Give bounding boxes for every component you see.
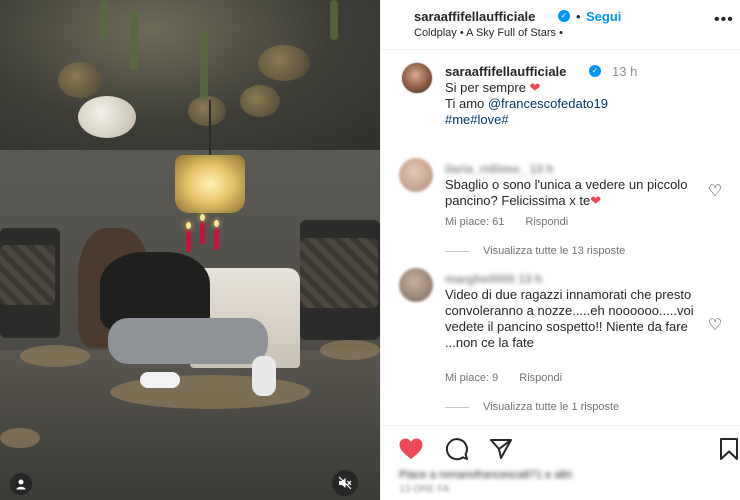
leaf bbox=[200, 30, 208, 100]
comment-button[interactable] bbox=[443, 435, 471, 463]
tagged-users-button[interactable] bbox=[10, 473, 32, 495]
sneaker bbox=[252, 356, 276, 396]
caption-text: Si per sempre bbox=[445, 80, 526, 95]
sneaker bbox=[140, 372, 180, 388]
comment-text: Sbaglio o sono l'unica a vedere un picco… bbox=[445, 177, 703, 209]
replies-divider bbox=[445, 406, 469, 408]
header-separator: • bbox=[576, 9, 581, 24]
like-button[interactable] bbox=[397, 435, 425, 463]
view-replies-button[interactable]: Visualizza tutte le 1 risposte bbox=[445, 401, 619, 413]
comment-likes-count[interactable]: Mi piace: 9 bbox=[445, 372, 498, 384]
verified-badge-icon: ✓ bbox=[589, 65, 601, 77]
follow-button[interactable]: Segui bbox=[586, 9, 621, 24]
comment-meta: Mi piace: 61 Rispondi bbox=[445, 216, 586, 228]
liked-by-text[interactable]: Piace a romanofrancesca871 e altri bbox=[399, 469, 572, 481]
bookmark-icon bbox=[720, 438, 738, 460]
hanging-basket bbox=[258, 45, 310, 81]
lamp-cord bbox=[209, 100, 211, 156]
video-ceiling bbox=[0, 0, 380, 150]
floor-rug bbox=[320, 340, 380, 360]
post-date: 13 ORE FA bbox=[399, 484, 450, 495]
more-options-icon[interactable]: ••• bbox=[714, 11, 734, 29]
video-floor bbox=[0, 350, 380, 500]
save-button[interactable] bbox=[715, 435, 740, 463]
mute-button[interactable] bbox=[332, 470, 358, 496]
heart-filled-icon bbox=[399, 438, 423, 459]
replies-divider bbox=[445, 250, 469, 252]
caption-time: 13 h bbox=[612, 64, 638, 79]
hanging-basket bbox=[58, 62, 102, 98]
verified-badge-icon: ✓ bbox=[558, 10, 570, 22]
comment-body: Sbaglio o sono l'unica a vedere un picco… bbox=[445, 177, 688, 208]
post-actions: Piace a romanofrancesca871 e altri 13 OR… bbox=[381, 425, 740, 500]
comment-meta: Mi piace: 9 Rispondi bbox=[445, 372, 580, 384]
mention-link[interactable]: @francescofedato19 bbox=[488, 96, 608, 111]
view-replies-label: Visualizza tutte le 1 risposte bbox=[483, 401, 620, 413]
sofa-cushion bbox=[300, 238, 378, 308]
view-replies-button[interactable]: Visualizza tutte le 13 risposte bbox=[445, 245, 625, 257]
caption-line-1: Si per sempre ❤ bbox=[445, 80, 540, 96]
comment-like-icon[interactable]: ♡ bbox=[706, 317, 724, 335]
comment-likes-count[interactable]: Mi piace: 61 bbox=[445, 216, 504, 228]
audio-track-link[interactable]: Coldplay • A Sky Full of Stars • bbox=[414, 27, 563, 39]
pendant-lamp bbox=[175, 155, 245, 213]
leaf bbox=[330, 0, 338, 40]
leaf bbox=[100, 0, 108, 38]
comment-like-icon[interactable]: ♡ bbox=[706, 183, 724, 201]
hanging-basket bbox=[240, 85, 280, 117]
candle bbox=[186, 230, 191, 252]
candle bbox=[200, 222, 205, 244]
author-username[interactable]: saraaffifellaufficiale bbox=[414, 9, 535, 24]
caption-line-2: Ti amo @francescofedato19 bbox=[445, 96, 608, 111]
share-button[interactable] bbox=[487, 435, 515, 463]
hanging-basket bbox=[188, 96, 226, 126]
floor-rug bbox=[0, 428, 40, 448]
comment-username[interactable]: ilaria_ridiimo_ 13 h bbox=[445, 162, 554, 176]
sofa-cushion bbox=[0, 245, 55, 305]
candle-flame bbox=[200, 214, 205, 221]
candle-flame bbox=[214, 220, 219, 227]
man-legs bbox=[108, 318, 268, 364]
paper-lantern bbox=[78, 96, 136, 138]
leaf bbox=[130, 10, 138, 70]
comment-text: Video di due ragazzi innamorati che pres… bbox=[445, 287, 694, 350]
post-video[interactable] bbox=[0, 0, 380, 500]
hashtag-links[interactable]: #me#love# bbox=[445, 112, 509, 127]
candle-flame bbox=[186, 222, 191, 229]
reply-button[interactable]: Rispondi bbox=[525, 216, 568, 228]
caption-username[interactable]: saraaffifellaufficiale bbox=[445, 64, 566, 79]
speaker-muted-icon bbox=[338, 476, 352, 490]
floor-rug bbox=[20, 345, 90, 367]
red-heart-emoji-icon: ❤ bbox=[529, 80, 541, 95]
post-sidebar: saraaffifellaufficiale ✓ • Segui Coldpla… bbox=[380, 0, 740, 500]
comment-avatar[interactable] bbox=[399, 268, 433, 302]
user-icon bbox=[16, 479, 26, 490]
reply-button[interactable]: Rispondi bbox=[519, 372, 562, 384]
comment-bubble-icon bbox=[445, 438, 468, 461]
caption-text: Ti amo bbox=[445, 96, 488, 111]
comment-avatar[interactable] bbox=[399, 158, 433, 192]
paper-plane-icon bbox=[490, 439, 512, 459]
view-replies-label: Visualizza tutte le 13 risposte bbox=[483, 245, 626, 257]
comment-username[interactable]: marghe0000 13 h bbox=[445, 272, 542, 286]
post-header: saraaffifellaufficiale ✓ • Segui Coldpla… bbox=[381, 0, 740, 50]
red-heart-emoji-icon: ❤ bbox=[590, 193, 602, 208]
candle bbox=[214, 228, 219, 250]
caption-avatar[interactable] bbox=[401, 62, 433, 94]
